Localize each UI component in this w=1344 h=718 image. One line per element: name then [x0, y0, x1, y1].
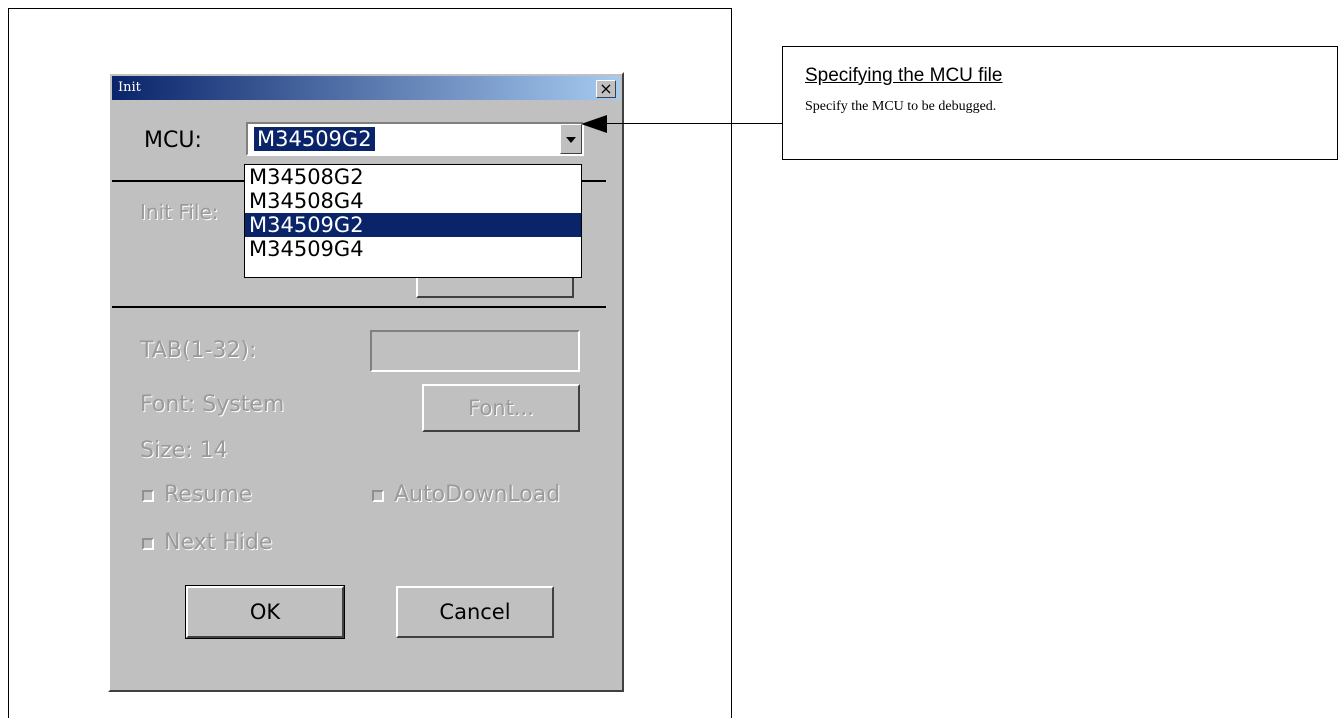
- font-info: Font: System: [140, 392, 285, 417]
- arrow-head-icon: [581, 115, 607, 133]
- resume-checkbox[interactable]: [142, 490, 154, 502]
- next-hide-checkbox[interactable]: [142, 538, 154, 550]
- mcu-selected-value: M34509G2: [254, 127, 375, 151]
- cancel-button[interactable]: Cancel: [396, 586, 554, 638]
- callout-title: Specifying the MCU file: [805, 65, 1003, 86]
- mcu-label: MCU:: [144, 128, 202, 153]
- dialog-titlebar[interactable]: Init ×: [112, 76, 620, 100]
- next-hide-label: Next Hide: [164, 530, 273, 555]
- mcu-dropdown-list: M34508G2 M34508G4 M34509G2 M34509G4: [244, 164, 582, 278]
- ok-button[interactable]: OK: [186, 586, 344, 638]
- mcu-option[interactable]: M34508G4: [245, 189, 581, 213]
- mcu-option[interactable]: M34508G2: [245, 165, 581, 189]
- font-button[interactable]: Font...: [422, 384, 580, 432]
- resume-label: Resume: [164, 482, 253, 507]
- chevron-down-icon[interactable]: [560, 124, 582, 154]
- separator-middle: [112, 306, 606, 308]
- mcu-option[interactable]: M34509G4: [245, 237, 581, 261]
- autodownload-label: AutoDownLoad: [394, 482, 561, 507]
- callout-box: Specifying the MCU file Specify the MCU …: [782, 46, 1338, 160]
- tab-label: TAB(1-32):: [140, 338, 257, 363]
- mcu-combobox[interactable]: M34509G2: [246, 122, 584, 156]
- tab-input[interactable]: [370, 330, 580, 372]
- mcu-option-selected[interactable]: M34509G2: [245, 213, 581, 237]
- callout-description: Specify the MCU to be debugged.: [805, 99, 997, 114]
- callout-arrow-line: [606, 123, 782, 124]
- size-info: Size: 14: [140, 438, 228, 463]
- init-dialog: Init × MCU: M34509G2 Init File: TAB(1-32…: [108, 72, 624, 692]
- close-button[interactable]: ×: [596, 80, 616, 98]
- init-file-label: Init File:: [140, 200, 219, 224]
- dialog-title: Init: [118, 80, 141, 95]
- autodownload-checkbox[interactable]: [372, 490, 384, 502]
- close-icon: ×: [599, 79, 613, 98]
